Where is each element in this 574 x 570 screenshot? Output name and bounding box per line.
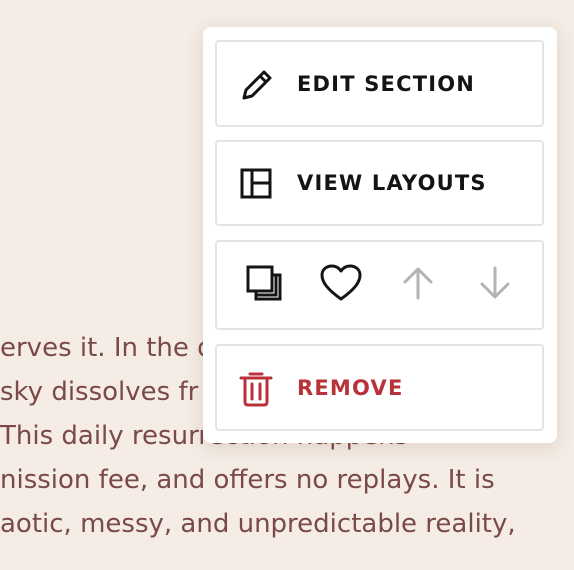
article-line: nission fee, and offers no replays. It i… — [0, 465, 495, 495]
pencil-icon — [236, 64, 276, 104]
duplicate-icon — [243, 262, 285, 308]
view-layouts-label: VIEW LAYOUTS — [297, 171, 487, 195]
section-actions-row — [215, 240, 544, 330]
arrow-up-icon — [400, 265, 436, 305]
layout-icon — [236, 163, 276, 203]
remove-section-button[interactable]: REMOVE — [215, 344, 544, 431]
arrow-down-icon — [477, 265, 513, 305]
view-layouts-button[interactable]: VIEW LAYOUTS — [215, 140, 544, 226]
heart-icon — [319, 263, 363, 307]
move-up-button[interactable] — [390, 257, 446, 313]
section-context-menu: EDIT SECTION VIEW LAYOUTS REMOVE — [203, 27, 557, 443]
favorite-section-button[interactable] — [313, 257, 369, 313]
article-line: aotic, messy, and unpredictable reality, — [0, 509, 516, 539]
move-down-button[interactable] — [467, 257, 523, 313]
edit-section-label: EDIT SECTION — [297, 71, 476, 96]
trash-icon — [236, 368, 276, 408]
edit-section-button[interactable]: EDIT SECTION — [215, 40, 544, 127]
duplicate-section-button[interactable] — [236, 257, 292, 313]
remove-label: REMOVE — [297, 375, 404, 400]
